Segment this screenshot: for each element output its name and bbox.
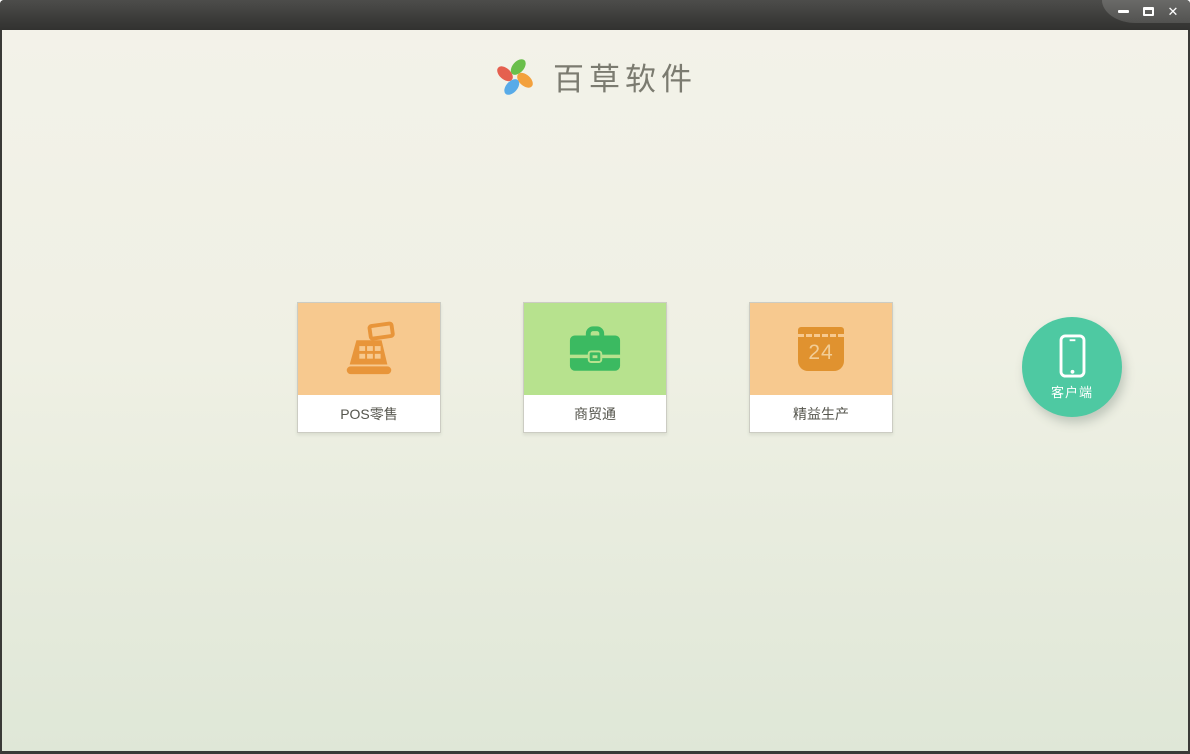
close-icon: ✕ — [1167, 4, 1179, 19]
cash-register-icon — [346, 321, 395, 375]
client-label: 客户端 — [1050, 384, 1093, 400]
minimize-button[interactable] — [1114, 4, 1132, 20]
app-title: 百草软件 — [553, 62, 697, 98]
minimize-icon — [1117, 10, 1129, 13]
card-label: 商贸通 — [524, 395, 666, 432]
pinwheel-icon — [497, 58, 533, 95]
calendar-binding-dashes — [798, 334, 844, 337]
card-label: POS零售 — [298, 395, 440, 432]
maximize-icon — [1142, 7, 1154, 16]
close-button[interactable]: ✕ — [1164, 4, 1182, 20]
titlebar[interactable]: ✕ — [0, 0, 1190, 30]
calendar-24-icon: 24 — [798, 327, 844, 371]
product-card-lean[interactable]: 24 精益生产 — [749, 302, 893, 433]
smartphone-icon — [1059, 333, 1085, 378]
product-card-pos[interactable]: POS零售 — [297, 302, 441, 433]
card-label: 精益生产 — [750, 395, 892, 432]
maximize-button[interactable] — [1139, 4, 1157, 20]
window-controls: ✕ — [1102, 0, 1190, 23]
briefcase-icon — [569, 326, 621, 371]
product-card-trade[interactable]: 商贸通 — [523, 302, 667, 433]
app-window: ✕ 百草软件 POS零售 商贸通 24 精益生产 客户端 — [0, 0, 1190, 754]
brand-header: 百草软件 — [2, 54, 1188, 99]
main-content: 百草软件 POS零售 商贸通 24 精益生产 客户端 — [2, 30, 1188, 751]
card-icon-area — [298, 303, 440, 395]
card-icon-area: 24 — [750, 303, 892, 395]
card-icon-area — [524, 303, 666, 395]
client-button[interactable]: 客户端 — [1022, 317, 1122, 417]
calendar-day: 24 — [808, 341, 834, 364]
